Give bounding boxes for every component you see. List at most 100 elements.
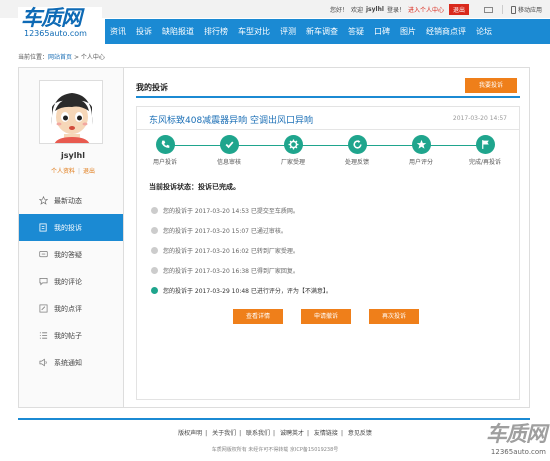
timeline-item-current: 您的投诉于 2017-03-29 10:48 已进行评分，评为【不满意】。 bbox=[151, 280, 511, 300]
title-divider bbox=[136, 96, 520, 98]
complaint-title-link[interactable]: 东风标致408减震器异响 空调出风口异响 bbox=[149, 113, 313, 126]
main-nav: 资讯 投诉 缺陷报道 排行榜 车型对比 评测 新车调查 答疑 口碑 图片 经销商… bbox=[105, 19, 550, 44]
sidebar-item-label: 我的帖子 bbox=[54, 331, 82, 340]
gear-icon bbox=[283, 135, 303, 154]
nav-item-images[interactable]: 图片 bbox=[395, 26, 421, 37]
profile-links: 个人资料 | 退出 bbox=[50, 168, 96, 175]
sidebar-item-my-comments[interactable]: 我的评论 bbox=[19, 268, 127, 295]
footer-link-contact[interactable]: 联系我们 bbox=[246, 430, 270, 437]
sidebar-item-label: 我的评论 bbox=[54, 277, 82, 286]
timeline-item: 您的投诉于 2017-03-20 15:07 已通过审核。 bbox=[151, 220, 511, 240]
nav-item-reviews[interactable]: 评测 bbox=[275, 26, 301, 37]
mail-icon[interactable] bbox=[483, 6, 493, 13]
timeline-dot bbox=[151, 246, 158, 254]
page-title: 我的投诉 bbox=[136, 83, 168, 92]
footer-link-copyright[interactable]: 版权声明 bbox=[178, 430, 202, 437]
step-manufacturer: 厂家受理 bbox=[267, 135, 319, 166]
refresh-icon bbox=[347, 135, 367, 154]
top-logout-button[interactable]: 退出 bbox=[448, 4, 469, 15]
new-complaint-button[interactable]: 我要投诉 bbox=[465, 78, 517, 93]
sidebar-item-my-posts[interactable]: 我的帖子 bbox=[19, 322, 127, 349]
step-label: 用户评分 bbox=[408, 159, 433, 166]
nav-item-complaints[interactable]: 投诉 bbox=[131, 26, 157, 37]
mobile-app-link[interactable]: 移动应用 bbox=[501, 5, 542, 14]
footer-link-about[interactable]: 关于我们 bbox=[212, 430, 236, 437]
footer-link-jobs[interactable]: 诚聘英才 bbox=[280, 430, 304, 437]
top-user-area: 您好！ 欢迎 jsylhl 登录！ 进入个人中心 退出 移动应用 bbox=[330, 4, 542, 15]
check-icon bbox=[219, 135, 239, 154]
timeline-dot bbox=[151, 286, 158, 294]
logo-domain-text: 12365auto.com bbox=[24, 29, 87, 38]
sidebar-item-my-complaints[interactable]: 我的投诉 bbox=[19, 214, 135, 241]
watermark-logo: 车质网 12365auto.com bbox=[448, 418, 547, 460]
nav-item-compare[interactable]: 车型对比 bbox=[233, 26, 275, 37]
enter-center-link[interactable]: 进入个人中心 bbox=[408, 5, 444, 14]
step-label: 信息审核 bbox=[216, 159, 241, 166]
main-panel: 我的投诉 我要投诉 东风标致408减震器异响 空调出风口异响 2017-03-2… bbox=[123, 67, 530, 408]
flag-icon bbox=[475, 135, 495, 154]
sidebar-logout-link[interactable]: 退出 bbox=[83, 168, 95, 175]
step-label: 处理反馈 bbox=[344, 159, 369, 166]
timeline-dot bbox=[151, 206, 158, 214]
nav-item-defects[interactable]: 缺陷报道 bbox=[157, 26, 199, 37]
profile-link[interactable]: 个人资料 bbox=[51, 168, 75, 175]
step-label: 完成/再投诉 bbox=[468, 159, 502, 166]
withdraw-complaint-button[interactable]: 申请撤诉 bbox=[301, 309, 351, 324]
breadcrumb-separator: > bbox=[72, 54, 81, 61]
action-buttons: 查看详情 申请撤诉 再次投诉 bbox=[233, 309, 419, 324]
timeline-text: 您的投诉于 2017-03-20 16:38 已得到厂家回复。 bbox=[163, 267, 299, 275]
top-username[interactable]: jsylhl bbox=[366, 6, 384, 13]
nav-item-new-car-survey[interactable]: 新车调查 bbox=[301, 26, 343, 37]
nav-item-rankings[interactable]: 排行榜 bbox=[199, 26, 233, 37]
mobile-app-label: 移动应用 bbox=[517, 7, 542, 14]
nav-item-reputation[interactable]: 口碑 bbox=[369, 26, 395, 37]
complaint-date: 2017-03-20 14:57 bbox=[452, 115, 507, 122]
speaker-icon bbox=[39, 358, 47, 367]
breadcrumb-prefix: 当前位置： bbox=[18, 54, 49, 61]
timeline-dot bbox=[151, 266, 158, 274]
phone-icon bbox=[155, 135, 175, 154]
site-logo[interactable]: 车质网 12365auto.com bbox=[18, 7, 102, 44]
nav-item-forum[interactable]: 论坛 bbox=[471, 26, 497, 37]
comment-icon bbox=[39, 277, 48, 286]
timeline-item: 您的投诉于 2017-03-20 16:38 已得到厂家回复。 bbox=[151, 260, 511, 280]
login-text: 登录！ bbox=[386, 7, 405, 14]
footer-link-friends[interactable]: 友情链接 bbox=[314, 430, 338, 437]
sidebar-item-notifications[interactable]: 系统通知 bbox=[19, 349, 127, 376]
timeline-text: 您的投诉于 2017-03-20 14:53 已提交至车质网。 bbox=[163, 207, 299, 215]
watermark-domain-text: 12365auto.com bbox=[490, 448, 546, 456]
welcome-text: 欢迎 bbox=[350, 7, 363, 14]
timeline-dot bbox=[151, 226, 158, 234]
greeting-text: 您好！ bbox=[329, 7, 348, 14]
logo-main-text: 车质网 bbox=[21, 5, 82, 30]
breadcrumb-home-link[interactable]: 网站首页 bbox=[48, 54, 72, 61]
breadcrumb-current: 个人中心 bbox=[80, 54, 105, 61]
footer-link-feedback[interactable]: 意见反馈 bbox=[348, 430, 372, 437]
phone-icon bbox=[510, 5, 516, 14]
sidebar-item-label: 最新动态 bbox=[54, 196, 82, 205]
review-icon bbox=[39, 304, 48, 313]
watermark-main-text: 车质网 bbox=[486, 421, 547, 446]
qa-icon bbox=[39, 250, 48, 258]
complain-again-button[interactable]: 再次投诉 bbox=[369, 309, 419, 324]
sidebar-item-my-qa[interactable]: 我的答疑 bbox=[19, 241, 127, 268]
sidebar-item-latest[interactable]: 最新动态 bbox=[19, 187, 127, 214]
view-details-button[interactable]: 查看详情 bbox=[233, 309, 283, 324]
complaint-card: 东风标致408减震器异响 空调出风口异响 2017-03-20 14:57 用户… bbox=[136, 106, 520, 400]
step-review: 信息审核 bbox=[203, 135, 255, 166]
step-label: 用户投诉 bbox=[152, 159, 177, 166]
step-feedback: 处理反馈 bbox=[331, 135, 383, 166]
nav-item-news[interactable]: 资讯 bbox=[105, 26, 131, 37]
step-complete: 完成/再投诉 bbox=[459, 135, 511, 166]
avatar-cartoon-icon bbox=[40, 81, 102, 143]
sidebar-item-label: 我的投诉 bbox=[54, 223, 82, 232]
step-label: 厂家受理 bbox=[280, 159, 305, 166]
nav-item-qa[interactable]: 答疑 bbox=[343, 26, 369, 37]
sidebar-menu: 最新动态 我的投诉 我的答疑 我的评论 我的点评 我的帖子 系统通知 bbox=[19, 187, 135, 376]
timeline-text: 您的投诉于 2017-03-20 15:07 已通过审核。 bbox=[163, 227, 287, 235]
sidebar-item-my-reviews[interactable]: 我的点评 bbox=[19, 295, 127, 322]
avatar[interactable] bbox=[39, 80, 103, 144]
nav-item-dealer-reviews[interactable]: 经销商点评 bbox=[421, 26, 471, 37]
sidebar-item-label: 我的点评 bbox=[54, 304, 82, 313]
complaint-status: 当前投诉状态：投诉已完成。 bbox=[149, 183, 240, 191]
